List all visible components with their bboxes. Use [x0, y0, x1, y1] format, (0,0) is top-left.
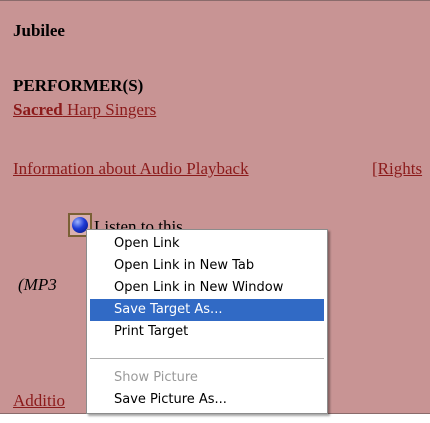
- mp3-note: (MP3: [18, 275, 57, 294]
- rights-link[interactable]: [Rights: [372, 159, 422, 179]
- page-title: Jubilee: [13, 21, 65, 40]
- menu-item-show-picture: Show Picture: [114, 370, 198, 385]
- performer-link[interactable]: Sacred Harp Singers: [13, 100, 156, 120]
- menu-item-open-link-new-tab[interactable]: Open Link in New Tab: [90, 255, 324, 277]
- menu-item-open-link[interactable]: Open Link: [90, 233, 324, 255]
- menu-item-open-link-new-window[interactable]: Open Link in New Window: [90, 277, 324, 299]
- additional-link[interactable]: Additio: [13, 391, 65, 411]
- context-menu: Open Link Open Link in New Tab Open Link…: [86, 229, 328, 414]
- performer-name-rest: Harp Singers: [62, 100, 157, 119]
- performer-name-bold: Sacred: [13, 100, 63, 119]
- audio-playback-info-link[interactable]: Information about Audio Playback: [13, 159, 249, 179]
- menu-separator: [90, 358, 324, 359]
- menu-item-save-target-as[interactable]: Save Target As...: [90, 299, 324, 321]
- menu-item-save-picture-as[interactable]: Save Picture As...: [90, 389, 324, 411]
- menu-item-print-target[interactable]: Print Target: [90, 321, 324, 343]
- performers-heading: PERFORMER(S): [13, 76, 144, 95]
